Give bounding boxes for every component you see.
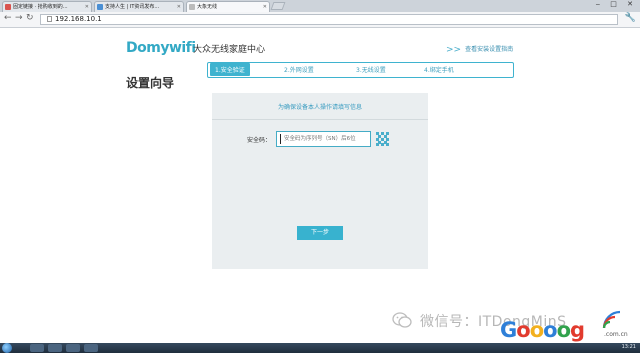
close-tab-icon[interactable]: ✕ bbox=[263, 2, 267, 12]
window-controls[interactable]: ‒ □ ✕ bbox=[596, 0, 637, 8]
brand-subtitle: 大众无线家庭中心 bbox=[193, 45, 266, 55]
security-code-input[interactable] bbox=[276, 131, 371, 147]
security-code-label: 安全码： bbox=[247, 137, 272, 144]
logo-letter: o bbox=[556, 318, 571, 342]
taskbar-app-icon[interactable] bbox=[30, 344, 44, 352]
browser-tab-3[interactable]: 大象无线 ✕ bbox=[186, 1, 270, 12]
taskbar-app-icon[interactable] bbox=[48, 344, 62, 352]
wifi-signal-icon bbox=[602, 310, 621, 329]
browser-tab-1[interactable]: 固定链接 · 抢购收到的... ✕ bbox=[2, 1, 92, 12]
favicon-icon bbox=[97, 4, 103, 10]
chevron-right-icon: >> bbox=[446, 45, 462, 55]
forward-arrow-icon[interactable]: → bbox=[15, 13, 23, 23]
start-button-icon[interactable] bbox=[2, 343, 12, 353]
logo-letter: o bbox=[543, 318, 557, 342]
page-title: 设置向导 bbox=[126, 76, 175, 90]
tab-label: 固定链接 · 抢购收到的... bbox=[13, 4, 68, 10]
close-tab-icon[interactable]: ✕ bbox=[85, 2, 89, 12]
step-wan-settings[interactable]: 2.外网设置 bbox=[284, 65, 314, 74]
tab-strip: 固定链接 · 抢购收到的... ✕ 支持人生 | IT资讯发布... ✕ 大象无… bbox=[0, 0, 640, 12]
domain-watermark: .com.cn bbox=[604, 331, 628, 338]
wizard-steps: 1.安全验证 2.外网设置 3.无线设置 4.绑定手机 bbox=[207, 62, 514, 78]
step-bind-phone[interactable]: 4.绑定手机 bbox=[424, 65, 454, 74]
step-security-verify[interactable]: 1.安全验证 bbox=[210, 63, 250, 76]
taskbar-app-icon[interactable] bbox=[66, 344, 80, 352]
navigation-bar: ← → ↻ 192.168.10.1 🔧 bbox=[0, 12, 640, 28]
text-cursor bbox=[280, 134, 281, 144]
tab-label: 支持人生 | IT资讯发布... bbox=[105, 4, 160, 10]
logo-letter: G bbox=[500, 318, 517, 342]
logo-letter: o bbox=[529, 318, 544, 342]
form-panel: 为确保设备本人操作请填写信息 bbox=[212, 93, 428, 269]
address-bar[interactable]: 192.168.10.1 bbox=[40, 14, 618, 25]
site-logo-watermark: Goooog bbox=[500, 318, 585, 342]
qr-code-icon[interactable] bbox=[376, 132, 390, 146]
panel-heading: 为确保设备本人操作请填写信息 bbox=[277, 104, 362, 111]
tab-label: 大象无线 bbox=[197, 4, 218, 10]
page-icon bbox=[47, 16, 52, 22]
taskbar-app-icon[interactable] bbox=[84, 344, 98, 352]
new-tab-button[interactable] bbox=[270, 2, 286, 10]
setup-guide-label: 查看安装设置指南 bbox=[465, 46, 514, 53]
panel-header: 为确保设备本人操作请填写信息 bbox=[212, 93, 428, 120]
wechat-icon bbox=[392, 312, 412, 328]
back-arrow-icon[interactable]: ← bbox=[4, 13, 12, 23]
favicon-icon bbox=[5, 4, 11, 10]
os-taskbar: 13:21 bbox=[0, 343, 640, 353]
address-text: 192.168.10.1 bbox=[55, 15, 102, 23]
setup-guide-link[interactable]: >> 查看安装设置指南 bbox=[446, 44, 513, 55]
next-step-button[interactable]: 下一步 bbox=[297, 226, 343, 240]
system-clock[interactable]: 13:21 bbox=[622, 344, 636, 350]
brand-logo: Domywifi bbox=[126, 40, 196, 56]
step-wireless-settings[interactable]: 3.无线设置 bbox=[356, 65, 386, 74]
reload-icon[interactable]: ↻ bbox=[26, 13, 34, 23]
logo-letter: g bbox=[570, 318, 585, 342]
wrench-menu-icon[interactable]: 🔧 bbox=[625, 13, 636, 23]
logo-letter: o bbox=[516, 318, 530, 342]
browser-tab-2[interactable]: 支持人生 | IT资讯发布... ✕ bbox=[94, 1, 184, 12]
close-tab-icon[interactable]: ✕ bbox=[177, 2, 181, 12]
favicon-icon bbox=[189, 4, 195, 10]
